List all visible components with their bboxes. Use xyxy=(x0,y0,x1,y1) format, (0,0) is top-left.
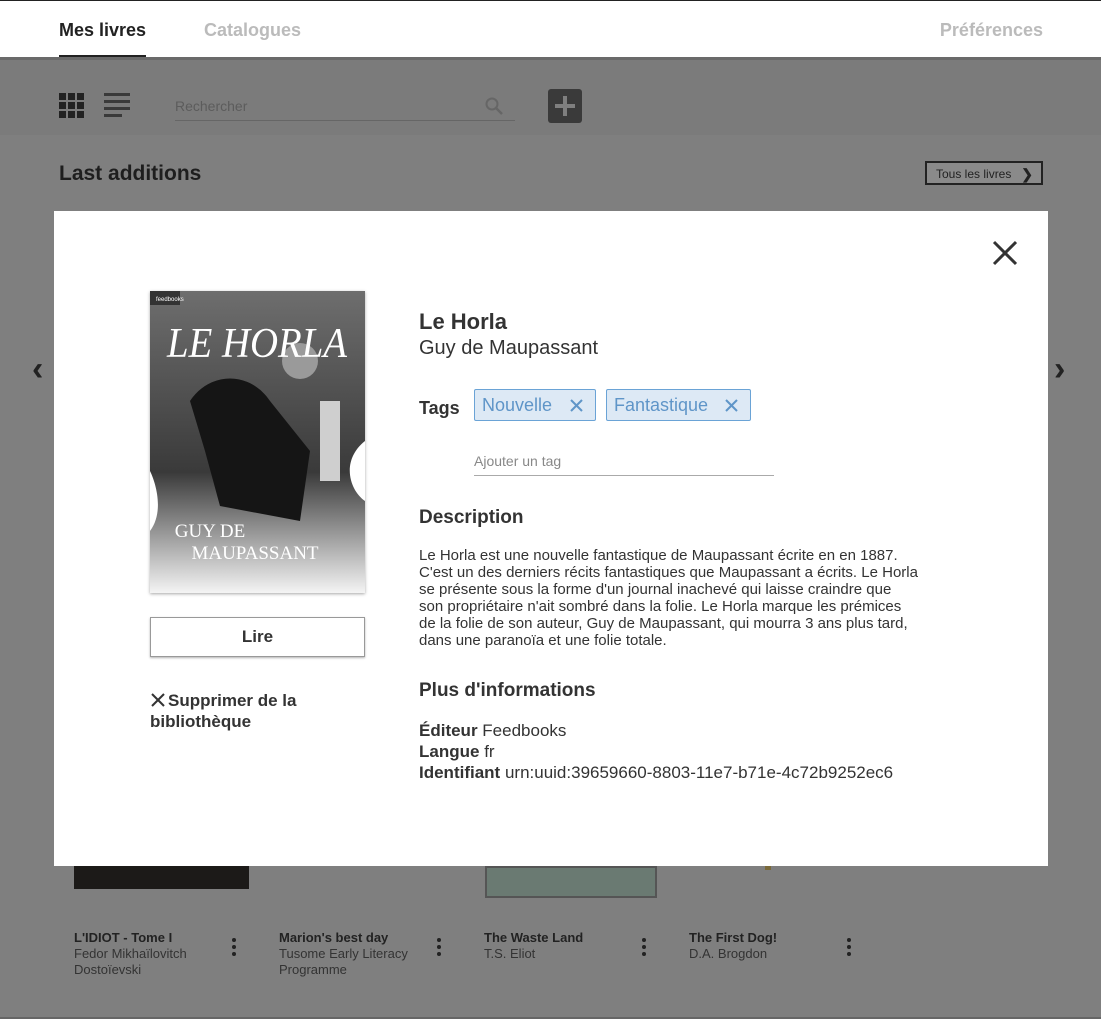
close-icon xyxy=(151,693,165,707)
remove-label: Supprimer de la bibliothèque xyxy=(150,691,297,731)
identifier-row: Identifiant urn:uuid:39659660-8803-11e7-… xyxy=(419,763,893,783)
grid-icon[interactable] xyxy=(59,93,84,118)
book-author: Fedor Mikhaïlovitch Dostoïevski xyxy=(74,946,187,977)
identifier-label: Identifiant xyxy=(419,763,501,782)
book-details-modal: feedbooks LE HORLA GUY DE MAUPASSANT Lir… xyxy=(54,211,1048,866)
book-cover[interactable] xyxy=(485,866,657,898)
book-author: Tusome Early Literacy Programme xyxy=(279,946,408,977)
book-title[interactable]: Marion's best day xyxy=(279,930,388,945)
all-books-label: Tous les livres xyxy=(936,167,1012,181)
all-books-button[interactable]: Tous les livres ❯ xyxy=(925,161,1043,185)
tag-label: Nouvelle xyxy=(482,395,553,415)
remove-tag-icon[interactable] xyxy=(570,399,583,412)
tags-label: Tags xyxy=(419,398,460,418)
book-title[interactable]: The First Dog! xyxy=(689,930,777,945)
book-cover[interactable] xyxy=(74,866,249,889)
book-author: T.S. Eliot xyxy=(484,946,536,961)
more-info-heading: Plus d'informations xyxy=(419,680,596,701)
book-cover-image: feedbooks LE HORLA GUY DE MAUPASSANT xyxy=(150,291,365,593)
carousel-prev-icon[interactable]: ‹ xyxy=(32,350,43,389)
remove-tag-icon[interactable] xyxy=(725,399,738,412)
chevron-right-icon: ❯ xyxy=(1021,166,1033,182)
tab-catalogues[interactable]: Catalogues xyxy=(204,20,301,41)
language-value: fr xyxy=(484,742,495,761)
book-cover xyxy=(765,866,771,870)
close-icon[interactable] xyxy=(991,239,1019,267)
top-nav: Mes livres Catalogues Préférences xyxy=(0,0,1101,58)
read-button[interactable]: Lire xyxy=(150,617,365,657)
list-icon[interactable] xyxy=(104,93,130,118)
tag-chip: Nouvelle xyxy=(474,389,596,421)
remove-from-library-button[interactable]: Supprimer de la bibliothèque xyxy=(150,690,350,732)
cover-author-line1: GUY DE xyxy=(175,521,246,542)
publisher-label: Éditeur xyxy=(419,721,478,740)
tag-chip: Fantastique xyxy=(606,389,751,421)
identifier-value: urn:uuid:39659660-8803-11e7-b71e-4c72b92… xyxy=(504,763,894,782)
more-vert-icon[interactable] xyxy=(641,938,647,958)
publisher-badge: feedbooks xyxy=(156,297,184,303)
add-book-button[interactable] xyxy=(548,89,582,123)
tab-preferences[interactable]: Préférences xyxy=(940,20,1043,41)
search-input[interactable] xyxy=(175,92,515,121)
more-vert-icon[interactable] xyxy=(846,938,852,958)
cover-author-line2: MAUPASSANT xyxy=(191,543,318,564)
book-title-heading: Le Horla xyxy=(419,309,508,334)
description-heading: Description xyxy=(419,507,524,528)
language-row: Langue fr xyxy=(419,742,495,762)
tab-mes-livres[interactable]: Mes livres xyxy=(59,20,147,58)
search-icon[interactable] xyxy=(484,96,504,116)
publisher-value: Feedbooks xyxy=(482,721,567,740)
book-title[interactable]: The Waste Land xyxy=(484,930,583,945)
cover-title: LE HORLA xyxy=(166,321,347,367)
book-title[interactable]: L'IDIOT - Tome I xyxy=(74,930,172,945)
carousel-next-icon[interactable]: › xyxy=(1054,350,1065,389)
book-author-heading: Guy de Maupassant xyxy=(419,337,598,359)
publisher-row: Éditeur Feedbooks xyxy=(419,721,566,741)
book-author: D.A. Brogdon xyxy=(689,946,768,961)
language-label: Langue xyxy=(419,742,480,761)
tag-label: Fantastique xyxy=(614,395,709,415)
description-text: Le Horla est une nouvelle fantastique de… xyxy=(419,547,918,649)
more-vert-icon[interactable] xyxy=(436,938,442,958)
add-tag-input[interactable] xyxy=(474,447,774,476)
section-title: Last additions xyxy=(59,162,202,185)
more-vert-icon[interactable] xyxy=(231,938,237,958)
